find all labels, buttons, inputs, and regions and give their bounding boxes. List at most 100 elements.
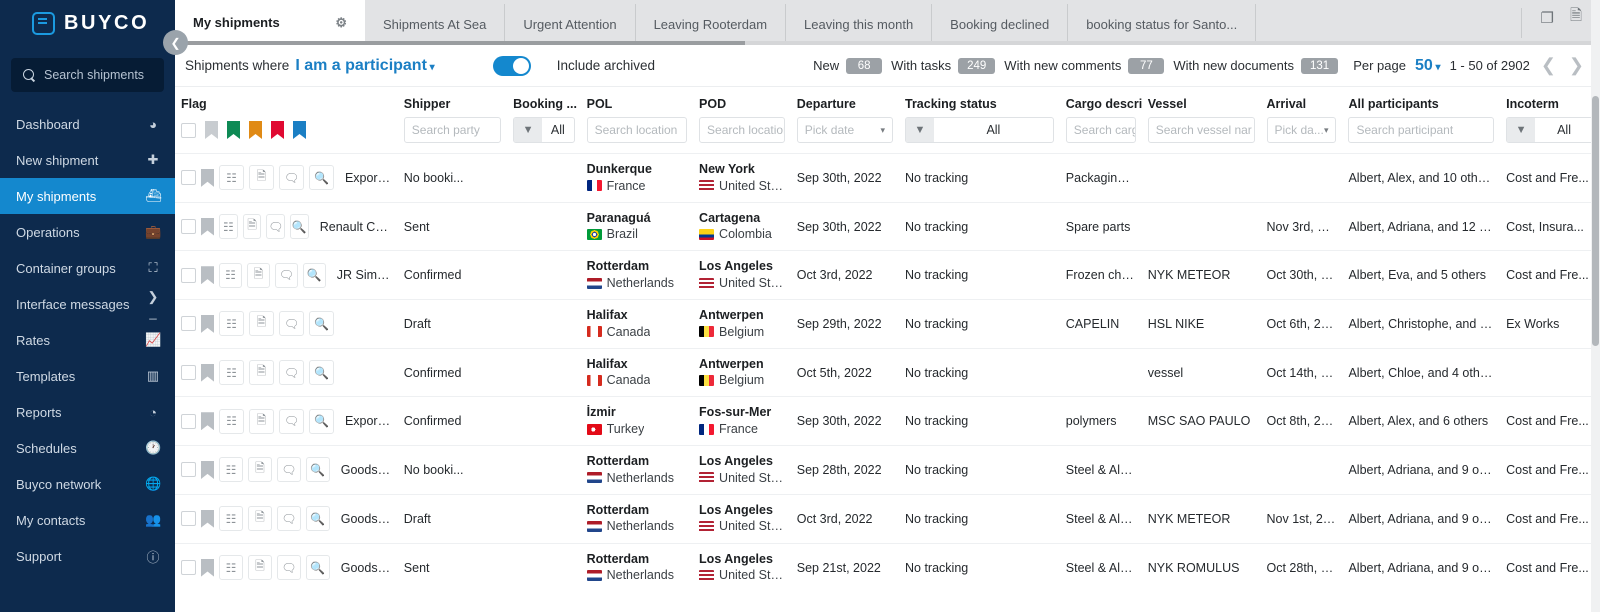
document-icon[interactable]: 🗎: [247, 263, 270, 288]
table-row[interactable]: ☷🗎🗨🔍GoodshipNo booki...RotterdamNetherla…: [175, 446, 1600, 495]
booking-status-filter[interactable]: ▼ All: [513, 117, 575, 143]
row-checkbox[interactable]: [181, 170, 196, 185]
shipper-search-input[interactable]: Search party: [404, 117, 501, 143]
flag-orange[interactable]: [249, 121, 262, 139]
bookmark-icon[interactable]: [201, 559, 214, 577]
tab-my-shipments[interactable]: My shipments⚙: [175, 0, 365, 45]
table-row[interactable]: ☷🗎🗨🔍Renault ColombiaSentParanaguáBrazilC…: [175, 202, 1600, 251]
pod-search-input[interactable]: Search location: [699, 117, 785, 143]
comment-icon[interactable]: 🗨: [279, 360, 304, 385]
task-list-icon[interactable]: ☷: [219, 263, 242, 288]
document-icon[interactable]: 🗎: [248, 555, 272, 580]
comment-icon[interactable]: 🗨: [266, 214, 285, 239]
row-checkbox[interactable]: [181, 268, 196, 283]
table-row[interactable]: ☷🗎🗨🔍GoodshipDraftRotterdamNetherlandsLos…: [175, 494, 1600, 543]
sidebar-item-rates[interactable]: Rates📈: [0, 322, 175, 358]
search-detail-icon[interactable]: 🔍: [290, 214, 309, 239]
row-checkbox[interactable]: [181, 414, 196, 429]
comment-icon[interactable]: 🗨: [279, 311, 304, 336]
search-detail-icon[interactable]: 🔍: [306, 457, 330, 482]
comment-icon[interactable]: 🗨: [279, 409, 304, 434]
tab-booking-declined[interactable]: Booking declined: [932, 4, 1068, 45]
task-list-icon[interactable]: ☷: [219, 457, 243, 482]
tracking-status-filter[interactable]: ▼ All: [905, 117, 1054, 143]
table-row[interactable]: ☷🗎🗨🔍Export +ConfirmedİzmirTurkeyFos-sur-…: [175, 397, 1600, 446]
page-scrollbar[interactable]: [1591, 0, 1600, 612]
column-header-vessel[interactable]: Vessel: [1142, 87, 1261, 115]
table-row[interactable]: ☷🗎🗨🔍DraftHalifaxCanadaAntwerpenBelgiumSe…: [175, 300, 1600, 349]
table-row[interactable]: ☷🗎🗨🔍JR SimplotConfirmedRotterdamNetherla…: [175, 251, 1600, 300]
column-header-departure[interactable]: Departure: [791, 87, 899, 115]
next-page-button[interactable]: ❯: [1567, 55, 1586, 76]
row-checkbox[interactable]: [181, 365, 196, 380]
task-list-icon[interactable]: ☷: [219, 555, 243, 580]
comment-icon[interactable]: 🗨: [277, 457, 301, 482]
bookmark-icon[interactable]: [201, 315, 214, 333]
duplicate-tab-icon[interactable]: ❐: [1540, 9, 1553, 27]
scope-dropdown[interactable]: I am a participant ▾: [295, 57, 434, 75]
tab-leaving-this-month[interactable]: Leaving this month: [786, 4, 932, 45]
task-list-icon[interactable]: ☷: [219, 214, 238, 239]
include-archived-toggle[interactable]: [493, 56, 531, 76]
sidebar-item-new-shipment[interactable]: New shipment✚: [0, 142, 175, 178]
arrival-date-picker[interactable]: Pick da... ▾: [1267, 117, 1337, 143]
select-all-checkbox[interactable]: [181, 123, 196, 138]
row-checkbox[interactable]: [181, 560, 196, 575]
row-checkbox[interactable]: [181, 219, 196, 234]
search-shipments-input[interactable]: Search shipments: [11, 58, 164, 92]
sidebar-item-interface-messages[interactable]: Interface messages❯_: [0, 286, 175, 322]
incoterm-filter[interactable]: ▼ All: [1506, 117, 1594, 143]
sidebar-item-dashboard[interactable]: Dashboard◕: [0, 106, 175, 142]
brand-logo[interactable]: BUYCO: [0, 0, 175, 46]
bookmark-icon[interactable]: [201, 218, 214, 236]
pol-search-input[interactable]: Search location: [587, 117, 687, 143]
page-scrollbar-thumb[interactable]: [1592, 96, 1599, 346]
search-detail-icon[interactable]: 🔍: [309, 409, 334, 434]
counter-with-new-comments[interactable]: With new comments77: [1004, 58, 1164, 74]
document-icon[interactable]: 🗎: [248, 457, 272, 482]
document-icon[interactable]: 🗎: [249, 409, 274, 434]
column-header-cargo[interactable]: Cargo descri...: [1060, 87, 1142, 115]
sidebar-item-container-groups[interactable]: Container groups⛶: [0, 250, 175, 286]
flag-grey[interactable]: [205, 121, 218, 139]
task-list-icon[interactable]: ☷: [219, 506, 243, 531]
document-icon[interactable]: 🗎: [249, 360, 274, 385]
task-list-icon[interactable]: ☷: [219, 360, 244, 385]
search-detail-icon[interactable]: 🔍: [309, 311, 334, 336]
search-detail-icon[interactable]: 🔍: [309, 360, 334, 385]
document-icon[interactable]: 🗎: [243, 214, 262, 239]
search-detail-icon[interactable]: 🔍: [309, 165, 334, 190]
document-icon[interactable]: 🗎: [248, 506, 272, 531]
tab-shipments-at-sea[interactable]: Shipments At Sea: [365, 4, 505, 45]
sidebar-item-my-contacts[interactable]: My contacts👥: [0, 502, 175, 538]
tab-urgent-attention[interactable]: Urgent Attention: [505, 4, 635, 45]
counter-new[interactable]: New68: [813, 58, 882, 74]
comment-icon[interactable]: 🗨: [277, 506, 301, 531]
row-checkbox[interactable]: [181, 511, 196, 526]
vessel-search-input[interactable]: Search vessel nar: [1148, 117, 1255, 143]
cargo-search-input[interactable]: Search cargo: [1066, 117, 1136, 143]
bookmark-icon[interactable]: [201, 266, 214, 284]
column-header-participants[interactable]: All participants: [1342, 87, 1500, 115]
column-header-arrival[interactable]: Arrival: [1261, 87, 1343, 115]
sidebar-item-templates[interactable]: Templates▥: [0, 358, 175, 394]
bookmark-icon[interactable]: [201, 510, 214, 528]
bookmark-icon[interactable]: [201, 412, 214, 430]
task-list-icon[interactable]: ☷: [219, 165, 244, 190]
sidebar-item-buyco-network[interactable]: Buyco network🌐: [0, 466, 175, 502]
column-header-booking[interactable]: Booking ...: [507, 87, 581, 115]
counter-with-new-documents[interactable]: With new documents131: [1173, 58, 1338, 74]
tab-booking-status-for-santo[interactable]: booking status for Santo...: [1068, 4, 1256, 45]
flag-blue[interactable]: [293, 121, 306, 139]
sidebar-item-my-shipments[interactable]: My shipments⛴: [0, 178, 175, 214]
table-row[interactable]: ☷🗎🗨🔍ConfirmedHalifaxCanadaAntwerpenBelgi…: [175, 348, 1600, 397]
per-page-select[interactable]: 50 ▾: [1415, 57, 1441, 75]
comment-icon[interactable]: 🗨: [279, 165, 304, 190]
search-detail-icon[interactable]: 🔍: [303, 263, 326, 288]
sidebar-item-reports[interactable]: Reports◔: [0, 394, 175, 430]
row-checkbox[interactable]: [181, 316, 196, 331]
sidebar-item-operations[interactable]: Operations💼: [0, 214, 175, 250]
sidebar-item-support[interactable]: Supportⓘ: [0, 538, 175, 574]
flag-green[interactable]: [227, 121, 240, 139]
column-header-flag[interactable]: Flag: [175, 87, 398, 115]
